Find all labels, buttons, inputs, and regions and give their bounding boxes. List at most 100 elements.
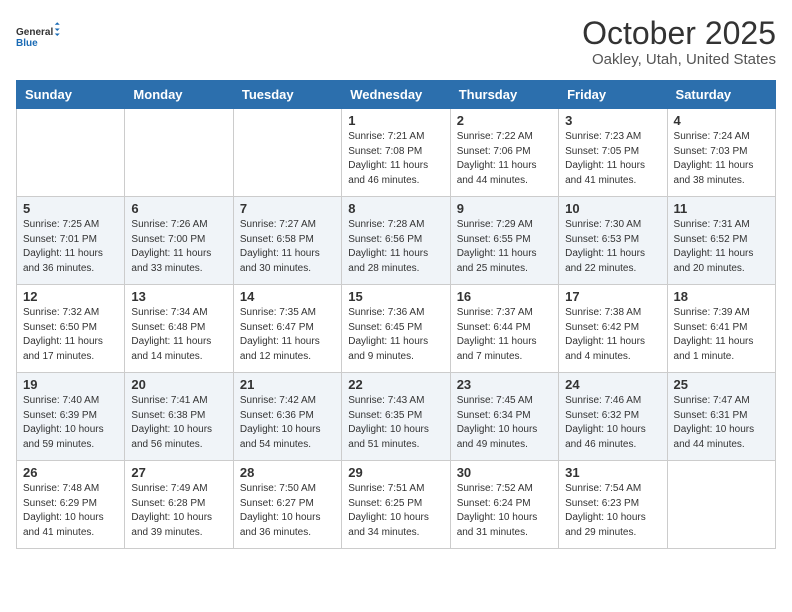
day-number: 15 [348, 289, 443, 304]
calendar-cell-w2-d1: 5 Sunrise: 7:25 AM Sunset: 7:01 PM Daylig… [17, 197, 125, 285]
calendar-cell-w4-d4: 22Sunrise: 7:43 AM Sunset: 6:35 PM Dayli… [342, 373, 450, 461]
day-number: 4 [674, 113, 769, 128]
day-number: 16 [457, 289, 552, 304]
calendar-cell-w3-d2: 13 Sunrise: 7:34 AM Sunset: 6:48 PM Dayli… [125, 285, 233, 373]
day-info: Sunrise: 7:34 AM Sunset: 6:48 PM Dayligh… [131, 306, 226, 364]
calendar-cell-w4-d1: 19 Sunrise: 7:40 AM Sunset: 6:39 PM Dayli… [17, 373, 125, 461]
calendar-cell-w4-d6: 24 Sunrise: 7:46 AM Sunset: 6:32 PM Dayli… [559, 373, 667, 461]
day-info: Sunrise: 7:26 AM Sunset: 7:00 PM Dayligh… [131, 218, 226, 276]
calendar-header-row: Sunday Monday Tuesday Wednesday Thursday… [17, 81, 776, 109]
day-number: 22 [348, 377, 443, 392]
calendar-cell-w2-d4: 8Sunrise: 7:28 AM Sunset: 6:56 PM Daylig… [342, 197, 450, 285]
calendar-cell-w1-d7: 4 Sunrise: 7:24 AM Sunset: 7:03 PM Daylig… [667, 109, 775, 197]
day-info: Sunrise: 7:21 AM Sunset: 7:08 PM Dayligh… [348, 130, 443, 188]
calendar-cell-w5-d2: 27Sunrise: 7:49 AM Sunset: 6:28 PM Dayli… [125, 461, 233, 549]
page-container: General Blue October 2025 Oakley, Utah, … [0, 0, 792, 561]
col-friday: Friday [559, 81, 667, 109]
day-number: 17 [565, 289, 660, 304]
day-info: Sunrise: 7:45 AM Sunset: 6:34 PM Dayligh… [457, 394, 552, 452]
day-number: 26 [23, 465, 118, 480]
calendar-table: Sunday Monday Tuesday Wednesday Thursday… [16, 80, 776, 549]
calendar-cell-w5-d4: 29 Sunrise: 7:51 AM Sunset: 6:25 PM Dayli… [342, 461, 450, 549]
calendar-cell-w3-d6: 17 Sunrise: 7:38 AM Sunset: 6:42 PM Dayli… [559, 285, 667, 373]
day-info: Sunrise: 7:29 AM Sunset: 6:55 PM Dayligh… [457, 218, 552, 276]
day-info: Sunrise: 7:46 AM Sunset: 6:32 PM Dayligh… [565, 394, 660, 452]
day-info: Sunrise: 7:25 AM Sunset: 7:01 PM Dayligh… [23, 218, 118, 276]
day-number: 24 [565, 377, 660, 392]
calendar-cell-w2-d5: 9Sunrise: 7:29 AM Sunset: 6:55 PM Daylig… [450, 197, 558, 285]
day-number: 20 [131, 377, 226, 392]
day-info: Sunrise: 7:38 AM Sunset: 6:42 PM Dayligh… [565, 306, 660, 364]
col-tuesday: Tuesday [233, 81, 341, 109]
calendar-cell-w5-d7 [667, 461, 775, 549]
calendar-cell-w1-d2 [125, 109, 233, 197]
day-info: Sunrise: 7:50 AM Sunset: 6:27 PM Dayligh… [240, 482, 335, 540]
calendar-cell-w3-d3: 14 Sunrise: 7:35 AM Sunset: 6:47 PM Dayli… [233, 285, 341, 373]
calendar-cell-w1-d4: 1 Sunrise: 7:21 AM Sunset: 7:08 PM Daylig… [342, 109, 450, 197]
day-number: 29 [348, 465, 443, 480]
calendar-cell-w4-d3: 21 Sunrise: 7:42 AM Sunset: 6:36 PM Dayli… [233, 373, 341, 461]
calendar-cell-w5-d3: 28 Sunrise: 7:50 AM Sunset: 6:27 PM Dayli… [233, 461, 341, 549]
month-title: October 2025 [582, 16, 776, 51]
calendar-week-4: 19 Sunrise: 7:40 AM Sunset: 6:39 PM Dayli… [17, 373, 776, 461]
col-wednesday: Wednesday [342, 81, 450, 109]
col-saturday: Saturday [667, 81, 775, 109]
day-info: Sunrise: 7:32 AM Sunset: 6:50 PM Dayligh… [23, 306, 118, 364]
day-info: Sunrise: 7:42 AM Sunset: 6:36 PM Dayligh… [240, 394, 335, 452]
title-block: October 2025 Oakley, Utah, United States [582, 16, 776, 68]
day-number: 10 [565, 201, 660, 216]
day-info: Sunrise: 7:36 AM Sunset: 6:45 PM Dayligh… [348, 306, 443, 364]
day-number: 6 [131, 201, 226, 216]
day-info: Sunrise: 7:22 AM Sunset: 7:06 PM Dayligh… [457, 130, 552, 188]
calendar-cell-w2-d3: 7Sunrise: 7:27 AM Sunset: 6:58 PM Daylig… [233, 197, 341, 285]
calendar-cell-w3-d5: 16 Sunrise: 7:37 AM Sunset: 6:44 PM Dayli… [450, 285, 558, 373]
day-info: Sunrise: 7:23 AM Sunset: 7:05 PM Dayligh… [565, 130, 660, 188]
day-info: Sunrise: 7:41 AM Sunset: 6:38 PM Dayligh… [131, 394, 226, 452]
calendar-cell-w4-d7: 25Sunrise: 7:47 AM Sunset: 6:31 PM Dayli… [667, 373, 775, 461]
logo-svg: General Blue [16, 16, 66, 56]
day-info: Sunrise: 7:40 AM Sunset: 6:39 PM Dayligh… [23, 394, 118, 452]
day-info: Sunrise: 7:27 AM Sunset: 6:58 PM Dayligh… [240, 218, 335, 276]
day-number: 14 [240, 289, 335, 304]
calendar-week-3: 12 Sunrise: 7:32 AM Sunset: 6:50 PM Dayli… [17, 285, 776, 373]
day-number: 19 [23, 377, 118, 392]
svg-text:General: General [16, 27, 53, 38]
calendar-cell-w3-d4: 15 Sunrise: 7:36 AM Sunset: 6:45 PM Dayli… [342, 285, 450, 373]
day-info: Sunrise: 7:24 AM Sunset: 7:03 PM Dayligh… [674, 130, 769, 188]
day-info: Sunrise: 7:35 AM Sunset: 6:47 PM Dayligh… [240, 306, 335, 364]
day-number: 23 [457, 377, 552, 392]
calendar-cell-w2-d7: 11Sunrise: 7:31 AM Sunset: 6:52 PM Dayli… [667, 197, 775, 285]
calendar-cell-w1-d3 [233, 109, 341, 197]
calendar-week-1: 1 Sunrise: 7:21 AM Sunset: 7:08 PM Daylig… [17, 109, 776, 197]
day-info: Sunrise: 7:30 AM Sunset: 6:53 PM Dayligh… [565, 218, 660, 276]
day-number: 5 [23, 201, 118, 216]
day-number: 18 [674, 289, 769, 304]
day-info: Sunrise: 7:48 AM Sunset: 6:29 PM Dayligh… [23, 482, 118, 540]
day-number: 2 [457, 113, 552, 128]
calendar-cell-w5-d5: 30 Sunrise: 7:52 AM Sunset: 6:24 PM Dayli… [450, 461, 558, 549]
calendar-week-5: 26 Sunrise: 7:48 AM Sunset: 6:29 PM Dayli… [17, 461, 776, 549]
logo: General Blue [16, 16, 66, 56]
day-number: 3 [565, 113, 660, 128]
day-number: 12 [23, 289, 118, 304]
calendar-cell-w4-d5: 23 Sunrise: 7:45 AM Sunset: 6:34 PM Dayli… [450, 373, 558, 461]
day-number: 27 [131, 465, 226, 480]
calendar-cell-w2-d2: 6 Sunrise: 7:26 AM Sunset: 7:00 PM Daylig… [125, 197, 233, 285]
day-number: 28 [240, 465, 335, 480]
day-number: 30 [457, 465, 552, 480]
day-info: Sunrise: 7:52 AM Sunset: 6:24 PM Dayligh… [457, 482, 552, 540]
day-number: 8 [348, 201, 443, 216]
location: Oakley, Utah, United States [582, 51, 776, 68]
day-number: 25 [674, 377, 769, 392]
day-number: 21 [240, 377, 335, 392]
page-header: General Blue October 2025 Oakley, Utah, … [16, 16, 776, 68]
calendar-week-2: 5 Sunrise: 7:25 AM Sunset: 7:01 PM Daylig… [17, 197, 776, 285]
calendar-cell-w5-d1: 26 Sunrise: 7:48 AM Sunset: 6:29 PM Dayli… [17, 461, 125, 549]
day-number: 1 [348, 113, 443, 128]
day-number: 13 [131, 289, 226, 304]
day-info: Sunrise: 7:37 AM Sunset: 6:44 PM Dayligh… [457, 306, 552, 364]
day-info: Sunrise: 7:31 AM Sunset: 6:52 PM Dayligh… [674, 218, 769, 276]
day-info: Sunrise: 7:51 AM Sunset: 6:25 PM Dayligh… [348, 482, 443, 540]
calendar-cell-w1-d1 [17, 109, 125, 197]
calendar-cell-w1-d6: 3 Sunrise: 7:23 AM Sunset: 7:05 PM Daylig… [559, 109, 667, 197]
